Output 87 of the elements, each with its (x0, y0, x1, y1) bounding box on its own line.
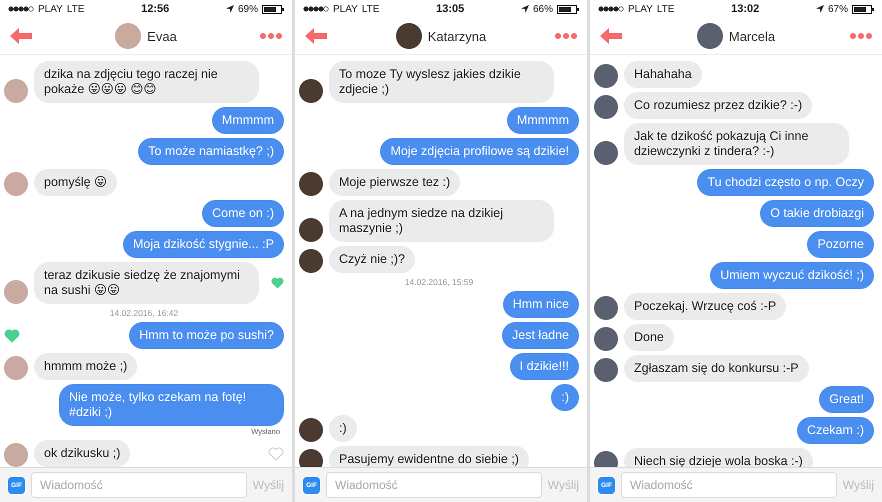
message-bubble: dzika na zdjęciu tego raczej nie pokaże 😛😛😛 😊😊 (34, 61, 259, 103)
message-bubble: Come on :) (202, 200, 284, 227)
network-type: LTE (656, 4, 674, 14)
message-bubble: Hmm to może po sushi? (129, 322, 284, 349)
avatar[interactable] (299, 79, 323, 103)
message-input[interactable]: Wiadomość (326, 472, 542, 498)
timestamp: 14.02.2016, 15:59 (404, 277, 474, 287)
message-bubble: Moje zdjęcia profilowe są dzikie! (380, 138, 579, 165)
contact-name: Katarzyna (428, 28, 486, 44)
location-arrow-icon (816, 5, 824, 13)
message-bubble: To może namiastkę? ;) (138, 138, 284, 165)
battery-icon (557, 4, 579, 14)
send-button[interactable]: Wyślij (842, 478, 874, 492)
back-arrow-icon[interactable] (10, 28, 32, 44)
signal-icon (303, 6, 329, 12)
more-options-icon[interactable] (555, 33, 577, 39)
avatar[interactable] (594, 327, 618, 351)
contact-name: Marcela (728, 28, 776, 44)
avatar[interactable] (594, 64, 618, 88)
clock-time: 13:05 (435, 3, 466, 15)
message-bubble: Zgłaszam się do konkursu :-P (624, 355, 809, 382)
signal-icon (8, 6, 34, 12)
signal-icon (598, 6, 624, 12)
message-input[interactable]: Wiadomość (31, 472, 247, 498)
clock-time: 12:56 (140, 3, 170, 15)
message-bubble: Poczekaj. Wrzucę coś :-P (624, 293, 786, 320)
avatar[interactable] (299, 249, 323, 273)
battery-percent: 67% (828, 4, 848, 14)
carrier-name: PLAY (628, 4, 653, 14)
message-bubble: Jak te dzikość pokazują Ci inne dziewczynki z tindera? :-) (624, 123, 849, 165)
message-bubble: pomyślę 😛 (34, 169, 118, 196)
avatar[interactable] (594, 141, 618, 165)
message-bubble: Moje pierwsze tez :) (329, 169, 460, 196)
avatar[interactable] (299, 449, 323, 467)
avatar[interactable] (299, 418, 323, 442)
location-arrow-icon (226, 5, 234, 13)
message-bubble: teraz dzikusie siedzę że znajomymi na sushi 😛😛 (34, 262, 259, 304)
message-bubble: Mmmmm (212, 107, 284, 134)
battery-icon (262, 4, 284, 14)
message-bubble: Great! (819, 386, 874, 413)
contact-name: Evaa (147, 28, 177, 44)
message-bubble: Nie może, tylko czekam na fotę! #dziki ;) (59, 384, 284, 426)
avatar[interactable] (396, 23, 422, 49)
message-bubble: Done (624, 324, 674, 351)
message-bubble: ok dzikusku ;) (34, 440, 130, 467)
network-type: LTE (66, 4, 84, 14)
message-bubble: Co rozumiesz przez dzikie? :-) (624, 92, 812, 119)
message-bubble: Mmmmm (506, 107, 579, 134)
more-options-icon[interactable] (260, 33, 282, 39)
carrier-name: PLAY (38, 4, 63, 14)
avatar[interactable] (299, 172, 323, 196)
message-bubble: :) (329, 415, 357, 442)
avatar[interactable] (299, 218, 323, 242)
message-bubble: hmmm może ;) (34, 353, 138, 380)
network-type: LTE (362, 4, 380, 14)
message-bubble: Umiem wyczuć dzikość! ;) (710, 262, 874, 289)
send-button[interactable]: Wyślij (548, 478, 579, 492)
back-arrow-icon[interactable] (600, 28, 622, 44)
message-bubble: Pozorne (807, 231, 874, 258)
message-bubble: Tu chodzi często o np. Oczy (697, 169, 874, 196)
battery-percent: 66% (532, 4, 553, 14)
message-bubble: O takie drobiazgi (760, 200, 874, 227)
back-arrow-icon[interactable] (305, 28, 327, 44)
message-bubble: :) (551, 384, 579, 411)
avatar[interactable] (696, 23, 723, 49)
message-bubble: Jest ładne (502, 322, 579, 349)
battery-percent: 69% (238, 4, 258, 14)
message-bubble: I dzikie!!! (510, 353, 579, 380)
message-bubble: Czekam :) (797, 417, 874, 444)
message-bubble: Pasujemy ewidentne do siebie ;) (329, 446, 529, 467)
avatar[interactable] (594, 358, 618, 382)
avatar[interactable] (594, 296, 618, 320)
message-bubble: Moja dzikość stygnie... :P (122, 231, 284, 258)
send-button[interactable]: Wyślij (252, 478, 284, 492)
message-bubble: A na jednym siedze na dzikiej maszynie ;) (329, 200, 554, 242)
avatar[interactable] (594, 95, 618, 119)
message-bubble: Hmm nice (502, 291, 579, 318)
battery-icon (852, 4, 874, 14)
carrier-name: PLAY (333, 4, 358, 14)
more-options-icon[interactable] (850, 33, 872, 39)
location-arrow-icon (520, 5, 529, 13)
timestamp: 14.02.2016, 16:42 (108, 308, 180, 318)
message-bubble: Hahahaha (624, 61, 702, 88)
message-input[interactable]: Wiadomość (621, 472, 837, 498)
clock-time: 13:02 (730, 3, 760, 15)
message-bubble: Czyż nie ;)? (329, 246, 415, 273)
message-bubble: To moze Ty wyslesz jakies dzikie zdjecie ;) (329, 61, 554, 103)
